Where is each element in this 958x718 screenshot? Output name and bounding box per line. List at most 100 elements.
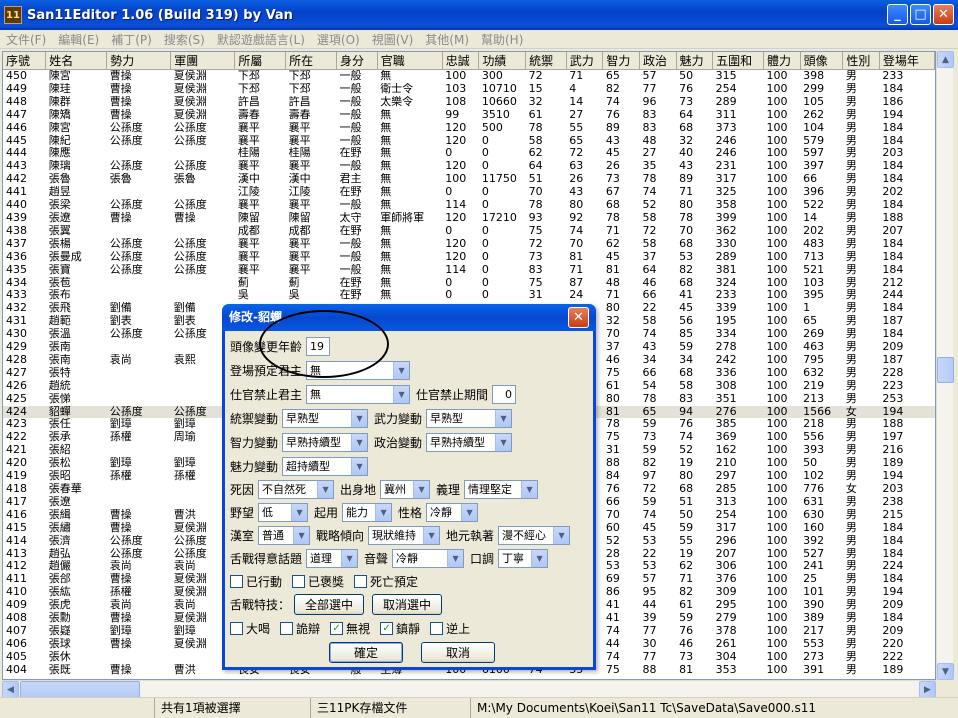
column-header[interactable]: 統禦 bbox=[525, 52, 567, 70]
lead-growth-select[interactable]: 早熟型 ▼ bbox=[282, 408, 369, 428]
ban-period-input[interactable]: 0 bbox=[492, 384, 517, 404]
death-planned-checkbox[interactable]: 死亡預定 bbox=[354, 573, 418, 590]
menu-options[interactable]: 選項(O) bbox=[311, 31, 366, 48]
column-header[interactable]: 頭像 bbox=[800, 52, 844, 70]
column-header[interactable]: 功績 bbox=[478, 52, 527, 70]
column-header[interactable]: 智力 bbox=[602, 52, 640, 70]
skill-checkbox[interactable]: 大喝 bbox=[230, 620, 270, 637]
maximize-button[interactable]: □ bbox=[910, 4, 931, 25]
table-cell: 22 bbox=[642, 547, 657, 560]
column-header[interactable]: 體力 bbox=[763, 52, 801, 70]
column-header[interactable]: 姓名 bbox=[45, 52, 108, 70]
rewarded-checkbox[interactable]: 已褒獎 bbox=[292, 573, 344, 590]
unselect-all-button[interactable]: 取消選中 bbox=[372, 593, 443, 615]
close-button[interactable]: ✕ bbox=[933, 4, 954, 25]
birthplace-select[interactable]: 冀州 ▼ bbox=[380, 479, 431, 499]
personality-select[interactable]: 冷靜 ▼ bbox=[426, 502, 479, 522]
table-row[interactable]: 445 陳紀 公孫度 公孫度 襄平 襄平 一般 無 120 0 58 65 43 48 32 246 100 57… bbox=[3, 135, 935, 148]
table-cell: 男 bbox=[845, 328, 857, 341]
appear-lord-select[interactable]: 無 ▼ bbox=[306, 360, 411, 380]
menu-help[interactable]: 幫助(H) bbox=[475, 31, 529, 48]
table-row[interactable]: 450 陳宮 曹操 夏侯淵 下邳 下邳 一般 無 100 300 72 71 65 57 50 315 100 3… bbox=[3, 70, 935, 83]
acted-checkbox[interactable]: 已行動 bbox=[230, 573, 282, 590]
table-row[interactable]: 442 張魯 張魯 張魯 漢中 漢中 君主 無 100 11750 51 26 73 78 89 317 100… bbox=[3, 173, 935, 186]
dialog-close-icon[interactable]: ✕ bbox=[568, 307, 589, 328]
cancel-button[interactable]: 取消 bbox=[421, 641, 495, 663]
table-row[interactable]: 439 張遼 曹操 曹操 陳留 陳留 太守 軍師將軍 120 17210 93 92 78 58 78 399… bbox=[3, 212, 935, 225]
select-all-button[interactable]: 全部選中 bbox=[294, 593, 365, 615]
window-controls: _ □ ✕ bbox=[887, 4, 954, 25]
cha-growth-select[interactable]: 超持續型 ▼ bbox=[282, 456, 369, 476]
table-cell: 袁尚 bbox=[109, 599, 132, 612]
column-header[interactable]: 政治 bbox=[639, 52, 677, 70]
table-row[interactable]: 434 張苞 薊 薊 在野 無 0 0 75 87 48 46 68 324 100 103 男 212 bbox=[3, 277, 935, 290]
ban-lord-select[interactable]: 無 ▼ bbox=[306, 384, 411, 404]
table-row[interactable]: 448 陳群 曹操 夏侯淵 許昌 許昌 一般 太樂令 108 10660 32 14 74 96 73 289… bbox=[3, 96, 935, 109]
menu-edit[interactable]: 編輯(E) bbox=[52, 31, 105, 48]
table-row[interactable]: 440 張梁 公孫度 公孫度 襄平 襄平 一般 無 114 0 78 80 68 52 80 358 100 52… bbox=[3, 199, 935, 212]
skill-checkbox[interactable]: 詭辯 bbox=[280, 620, 320, 637]
table-cell: 78 bbox=[528, 121, 543, 134]
minimize-button[interactable]: _ bbox=[887, 4, 908, 25]
debate-topic-select[interactable]: 道理 ▼ bbox=[306, 548, 359, 568]
column-header[interactable]: 五圍和 bbox=[712, 52, 765, 70]
scroll-left-icon[interactable]: ◀ bbox=[2, 681, 19, 698]
table-row[interactable]: 441 趙昱 江陵 江陵 在野 無 0 0 70 43 67 74 71 325 100 396 男 202 bbox=[3, 186, 935, 199]
table-row[interactable]: 435 張寶 公孫度 公孫度 襄平 襄平 一般 無 114 0 83 71 81 64 82 381 100 52… bbox=[3, 264, 935, 277]
table-row[interactable]: 436 張曼成 公孫度 公孫度 襄平 襄平 一般 無 120 0 73 81 45 37 53 289 100 7… bbox=[3, 251, 935, 264]
column-header[interactable]: 官職 bbox=[377, 52, 443, 70]
table-row[interactable]: 433 張布 吳 吳 在野 無 0 0 31 24 71 66 41 233 100 395 男 244 bbox=[3, 289, 935, 302]
tone-select[interactable]: 丁寧 ▼ bbox=[498, 548, 549, 568]
horizontal-scroll-thumb[interactable] bbox=[20, 681, 140, 698]
strategy-select[interactable]: 現狀維持 ▼ bbox=[368, 525, 441, 545]
column-header[interactable]: 勢力 bbox=[106, 52, 172, 70]
scroll-up-icon[interactable]: ▲ bbox=[937, 51, 954, 68]
menu-other[interactable]: 其他(M) bbox=[419, 31, 475, 48]
use-select[interactable]: 能力 ▼ bbox=[342, 502, 393, 522]
righteousness-select[interactable]: 情理堅定 ▼ bbox=[464, 479, 539, 499]
scroll-right-icon[interactable]: ▶ bbox=[919, 681, 936, 698]
table-row[interactable]: 438 張翼 成都 成都 在野 無 0 0 75 74 71 72 70 362 100 202 男 207 bbox=[3, 225, 935, 238]
death-select[interactable]: 不自然死 ▼ bbox=[258, 479, 335, 499]
menu-language[interactable]: 默認遊戲語言(L) bbox=[211, 31, 311, 48]
portrait-age-input[interactable]: 19 bbox=[306, 336, 331, 356]
local-select[interactable]: 漫不經心 ▼ bbox=[498, 525, 571, 545]
column-header[interactable]: 武力 bbox=[566, 52, 604, 70]
menu-file[interactable]: 文件(F) bbox=[0, 31, 52, 48]
table-row[interactable]: 447 陳矯 曹操 夏侯淵 壽春 壽春 一般 無 99 3510 61 27 76 83 64 311 100 2… bbox=[3, 109, 935, 122]
skill-checkbox[interactable]: 逆上 bbox=[430, 620, 470, 637]
vertical-scroll-thumb[interactable] bbox=[937, 357, 954, 383]
menu-search[interactable]: 搜索(S) bbox=[158, 31, 211, 48]
ok-button[interactable]: 確定 bbox=[329, 641, 403, 663]
table-row[interactable]: 449 陳珪 曹操 夏侯淵 下邳 下邳 一般 衛士令 103 10710 15 4 82 77 76 254 1… bbox=[3, 83, 935, 96]
menu-patch[interactable]: 補丁(P) bbox=[105, 31, 158, 48]
column-header[interactable]: 登場年 bbox=[879, 52, 935, 70]
table-cell: 194 bbox=[879, 405, 935, 419]
column-header[interactable]: 身分 bbox=[336, 52, 378, 70]
vertical-scrollbar[interactable]: ▲ ▼ bbox=[936, 51, 954, 680]
skill-checkbox[interactable]: ✓ 無視 bbox=[330, 620, 370, 637]
column-header[interactable]: 序號 bbox=[3, 52, 47, 70]
column-header[interactable]: 所屬 bbox=[234, 52, 287, 70]
table-row[interactable]: 437 張楊 公孫度 公孫度 襄平 襄平 一般 無 120 0 72 70 62 58 68 330 100 48… bbox=[3, 238, 935, 251]
int-growth-select[interactable]: 早熟持續型 ▼ bbox=[282, 432, 369, 452]
han-select[interactable]: 普通 ▼ bbox=[258, 525, 311, 545]
column-header[interactable]: 所在 bbox=[285, 52, 338, 70]
column-header[interactable]: 忠誠 bbox=[442, 52, 480, 70]
column-header[interactable]: 軍團 bbox=[170, 52, 236, 70]
war-growth-select[interactable]: 早熟型 ▼ bbox=[426, 408, 513, 428]
scroll-down-icon[interactable]: ▼ bbox=[937, 663, 954, 680]
horizontal-scrollbar[interactable]: ◀ ▶ bbox=[2, 680, 936, 698]
menu-bar: 文件(F) 編輯(E) 補丁(P) 搜索(S) 默認遊戲語言(L) 選項(O) … bbox=[0, 30, 958, 49]
column-header[interactable]: 性別 bbox=[842, 52, 880, 70]
ambition-select[interactable]: 低 ▼ bbox=[258, 502, 309, 522]
table-row[interactable]: 443 陳璃 公孫度 公孫度 襄平 襄平 一般 無 120 0 64 63 26 35 43 231 100 39… bbox=[3, 160, 935, 173]
table-cell: 72 bbox=[569, 147, 584, 160]
column-header[interactable]: 魅力 bbox=[676, 52, 714, 70]
menu-view[interactable]: 視圖(V) bbox=[366, 31, 420, 48]
table-row[interactable]: 446 陳宮 公孫度 公孫度 襄平 襄平 一般 無 120 500 78 55 89 83 68 373 100… bbox=[3, 122, 935, 135]
table-row[interactable]: 444 陳應 桂陽 桂陽 在野 無 0 0 62 72 45 27 40 246 100 597 男 203 bbox=[3, 147, 935, 160]
pol-growth-select[interactable]: 早熟持續型 ▼ bbox=[426, 432, 513, 452]
skill-checkbox[interactable]: ✓ 鎮靜 bbox=[380, 620, 420, 637]
voice-select[interactable]: 冷靜 ▼ bbox=[392, 548, 465, 568]
